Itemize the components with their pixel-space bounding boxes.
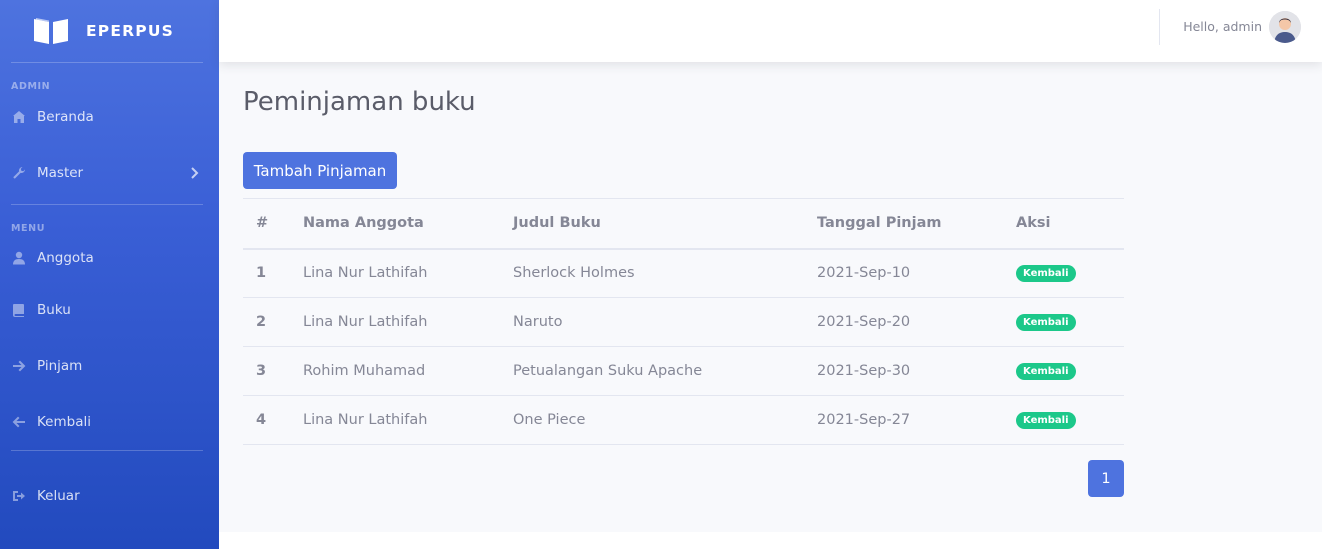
topbar-divider (1159, 9, 1160, 45)
sidebar-item-label: Keluar (37, 488, 80, 504)
book-title: One Piece (513, 395, 817, 445)
sidebar-item-label: Anggota (37, 250, 94, 266)
action-cell: Kembali (1016, 297, 1124, 347)
sidebar-item-master[interactable]: Master (0, 142, 219, 204)
book-title: Sherlock Holmes (513, 248, 817, 298)
row-number: 2 (243, 297, 303, 347)
sidebar-item-label: Beranda (37, 109, 94, 125)
sidebar-item-pinjam[interactable]: Pinjam (0, 338, 219, 394)
open-book-icon (33, 17, 69, 45)
main-content: Peminjaman buku Tambah Pinjaman # Nama A… (219, 62, 1322, 532)
loan-date: 2021-Sep-27 (817, 395, 1016, 445)
row-number: 4 (243, 395, 303, 445)
book-title: Petualangan Suku Apache (513, 346, 817, 396)
topbar: Hello, admin (219, 0, 1322, 62)
return-button[interactable]: Kembali (1016, 314, 1076, 331)
sidebar-item-kembali[interactable]: Kembali (0, 394, 219, 450)
sidebar-item-buku[interactable]: Buku (0, 282, 219, 338)
column-header: Judul Buku (513, 198, 817, 250)
user-icon (12, 251, 26, 265)
member-name: Rohim Muhamad (303, 346, 513, 396)
column-header: # (243, 198, 303, 250)
sign-out-icon (12, 489, 26, 503)
action-cell: Kembali (1016, 248, 1124, 298)
wrench-icon (12, 166, 26, 180)
return-button[interactable]: Kembali (1016, 412, 1076, 429)
page-title: Peminjaman buku (243, 87, 476, 117)
action-cell: Kembali (1016, 346, 1124, 396)
sidebar-item-label: Pinjam (37, 358, 83, 374)
sidebar-item-label: Master (37, 165, 84, 181)
loan-date: 2021-Sep-10 (817, 248, 1016, 298)
column-header: Nama Anggota (303, 198, 513, 250)
sidebar-item-beranda[interactable]: Beranda (0, 92, 219, 142)
sidebar: EPERPUS ADMIN Beranda Master MENU Anggot… (0, 0, 219, 549)
member-name: Lina Nur Lathifah (303, 248, 513, 298)
action-cell: Kembali (1016, 395, 1124, 445)
chevron-right-icon (191, 167, 199, 179)
footer-strip (219, 532, 1322, 549)
user-greeting[interactable]: Hello, admin (1183, 19, 1262, 34)
table-row: 2 Lina Nur Lathifah Naruto 2021-Sep-20 K… (243, 297, 1124, 347)
pagination-page-button[interactable]: 1 (1088, 460, 1124, 497)
brand-name: EPERPUS (86, 22, 174, 40)
row-number: 1 (243, 248, 303, 298)
column-header: Aksi (1016, 198, 1124, 250)
table-row: 4 Lina Nur Lathifah One Piece 2021-Sep-2… (243, 395, 1124, 445)
book-icon (12, 303, 26, 317)
return-button[interactable]: Kembali (1016, 363, 1076, 380)
arrow-left-icon (12, 415, 26, 429)
member-name: Lina Nur Lathifah (303, 297, 513, 347)
loan-date: 2021-Sep-30 (817, 346, 1016, 396)
loans-table: # Nama Anggota Judul Buku Tanggal Pinjam… (243, 198, 1124, 445)
member-name: Lina Nur Lathifah (303, 395, 513, 445)
loan-date: 2021-Sep-20 (817, 297, 1016, 347)
book-title: Naruto (513, 297, 817, 347)
sidebar-item-anggota[interactable]: Anggota (0, 234, 219, 282)
column-header: Tanggal Pinjam (817, 198, 1016, 250)
sidebar-item-label: Kembali (37, 414, 91, 430)
arrow-right-icon (12, 359, 26, 373)
sidebar-item-label: Buku (37, 302, 71, 318)
user-avatar-icon (1269, 11, 1301, 43)
table-row: 3 Rohim Muhamad Petualangan Suku Apache … (243, 346, 1124, 396)
row-number: 3 (243, 346, 303, 396)
add-loan-button[interactable]: Tambah Pinjaman (243, 152, 397, 189)
sidebar-heading-menu: MENU (11, 223, 46, 234)
home-icon (12, 110, 26, 124)
sidebar-heading-admin: ADMIN (11, 81, 51, 92)
brand[interactable]: EPERPUS (0, 0, 219, 62)
table-row: 1 Lina Nur Lathifah Sherlock Holmes 2021… (243, 248, 1124, 298)
return-button[interactable]: Kembali (1016, 265, 1076, 283)
avatar[interactable] (1269, 11, 1301, 43)
table-header-row: # Nama Anggota Judul Buku Tanggal Pinjam… (243, 198, 1124, 250)
sidebar-item-keluar[interactable]: Keluar (0, 451, 219, 541)
